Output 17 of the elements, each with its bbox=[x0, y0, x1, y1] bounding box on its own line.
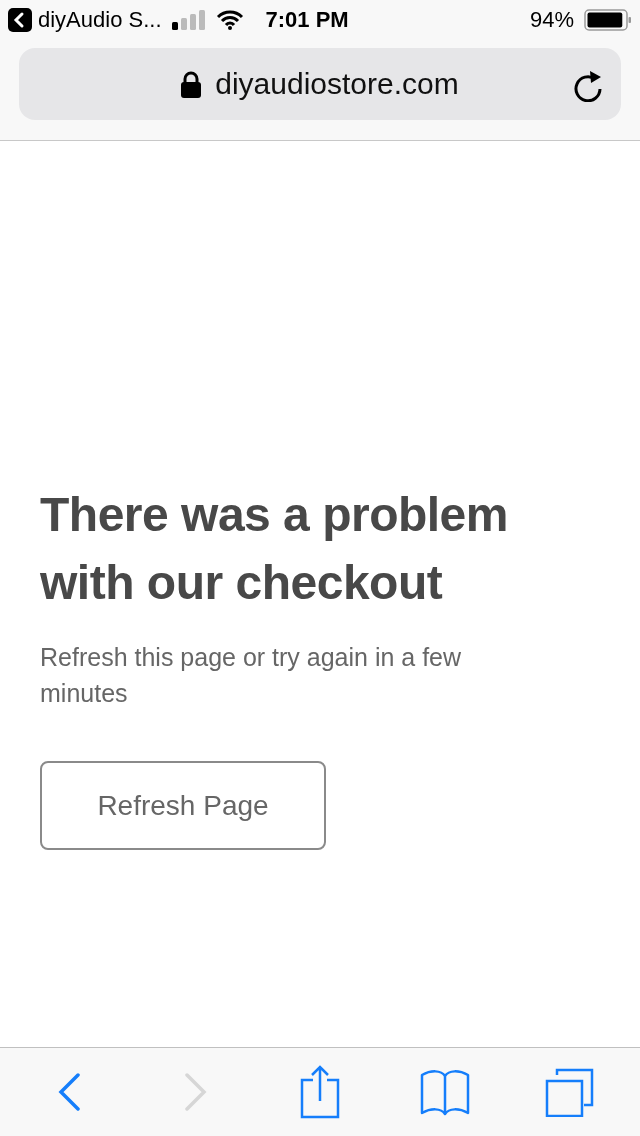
lock-icon bbox=[181, 70, 202, 98]
battery-percent: 94% bbox=[529, 7, 574, 33]
back-app-icon[interactable] bbox=[8, 8, 32, 32]
book-icon bbox=[418, 1068, 471, 1116]
url-text: diyaudiostore.com bbox=[215, 67, 459, 101]
wifi-icon bbox=[215, 10, 244, 30]
error-heading: There was a problem with our checkout bbox=[40, 487, 509, 611]
share-icon bbox=[300, 1065, 340, 1119]
reload-icon[interactable] bbox=[573, 70, 603, 102]
clock: 7:01 PM bbox=[265, 7, 349, 33]
back-app-label[interactable]: diyAudio S... bbox=[38, 7, 162, 33]
tabs-icon bbox=[544, 1067, 595, 1117]
error-message: Refresh this page or try again in a few minutes bbox=[40, 642, 463, 709]
battery-icon bbox=[584, 9, 632, 31]
signal-icon bbox=[171, 10, 206, 30]
refresh-button[interactable]: Refresh Page bbox=[40, 761, 326, 850]
address-bar[interactable]: diyaudiostore.com bbox=[19, 48, 621, 120]
